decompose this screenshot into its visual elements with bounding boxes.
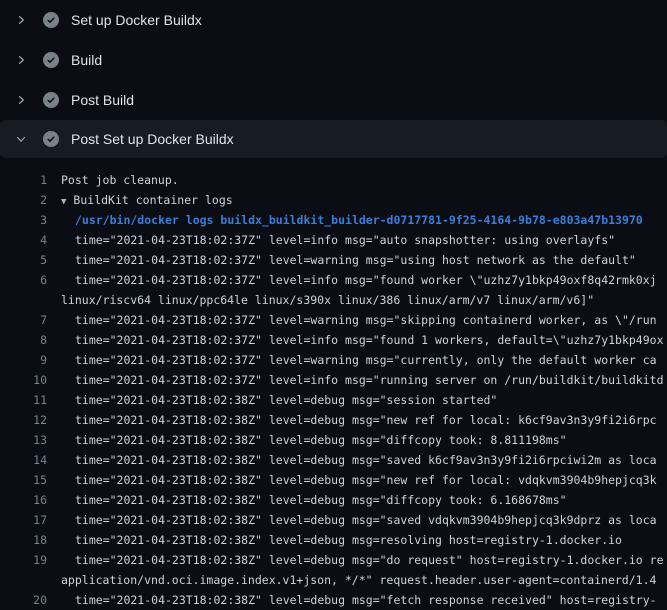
line-number[interactable]: 16 [0,490,47,510]
log-line: 9 time="2021-04-23T18:02:37Z" level=warni… [0,350,667,370]
check-circle-icon [43,131,59,147]
log-group-row: ▼ BuildKit container logs [61,190,667,210]
step-label: Post Set up Docker Buildx [71,131,234,147]
log-line-text: time="2021-04-23T18:02:37Z" level=warnin… [61,310,667,330]
log-line-text: time="2021-04-23T18:02:37Z" level=warnin… [61,350,667,370]
log-line: 10 time="2021-04-23T18:02:37Z" level=info… [0,370,667,390]
log-line: 12 time="2021-04-23T18:02:38Z" level=debu… [0,410,667,430]
log-line-wrap: application/vnd.oci.image.index.v1+json,… [0,570,667,590]
step-header-post-set-up-docker-buildx[interactable]: Post Set up Docker Buildx [0,120,667,158]
chevron-right-icon [13,12,29,28]
log-line-text: Post job cleanup. [61,170,667,190]
steps-list: Set up Docker Buildx Build Post Build Post … [0,0,667,158]
log-line-text: time="2021-04-23T18:02:37Z" level=info m… [61,330,667,350]
log-line: 15 time="2021-04-23T18:02:38Z" level=debu… [0,470,667,490]
step-label: Build [71,52,102,68]
log-line-text: time="2021-04-23T18:02:37Z" level=info m… [61,270,667,290]
log-line-text: linux/riscv64 linux/ppc64le linux/s390x … [61,290,667,310]
line-number [0,570,47,590]
chevron-right-icon [13,92,29,108]
line-number[interactable]: 18 [0,530,47,550]
step-label: Post Build [71,92,134,108]
log-line-text: time="2021-04-23T18:02:37Z" level=info m… [61,230,667,250]
check-circle-icon [43,92,59,108]
step-header-post-build[interactable]: Post Build [0,80,667,120]
log-line: 4 time="2021-04-23T18:02:37Z" level=info … [0,230,667,250]
log-line-text: time="2021-04-23T18:02:37Z" level=info m… [61,370,667,390]
log-line-wrap: linux/riscv64 linux/ppc64le linux/s390x … [0,290,667,310]
line-number[interactable]: 5 [0,250,47,270]
line-number [0,290,47,310]
log-line: 1 Post job cleanup. [0,170,667,190]
log-line-text: time="2021-04-23T18:02:38Z" level=debug … [61,590,667,610]
check-circle-icon [43,12,59,28]
line-number[interactable]: 12 [0,410,47,430]
log-line: 2 ▼ BuildKit container logs [0,190,667,210]
log-line-text: time="2021-04-23T18:02:38Z" level=debug … [61,550,667,570]
log-line-text: time="2021-04-23T18:02:38Z" level=debug … [61,530,667,550]
log-line: 16 time="2021-04-23T18:02:38Z" level=debu… [0,490,667,510]
log-line-text: time="2021-04-23T18:02:37Z" level=warnin… [61,250,667,270]
log-line: 18 time="2021-04-23T18:02:38Z" level=debu… [0,530,667,550]
log-line: 3/usr/bin/docker logs buildx_buildkit_bu… [0,210,667,230]
line-number[interactable]: 17 [0,510,47,530]
line-number[interactable]: 4 [0,230,47,250]
log-line: 14 time="2021-04-23T18:02:38Z" level=debu… [0,450,667,470]
log-line-text: application/vnd.oci.image.index.v1+json,… [61,570,667,590]
line-number[interactable]: 2 [0,190,47,210]
line-number[interactable]: 14 [0,450,47,470]
step-label: Set up Docker Buildx [71,12,202,28]
line-number[interactable]: 9 [0,350,47,370]
line-number[interactable]: 19 [0,550,47,570]
line-number[interactable]: 6 [0,270,47,290]
log-line: 20 time="2021-04-23T18:02:38Z" level=debu… [0,590,667,610]
line-number[interactable]: 10 [0,370,47,390]
step-header-build[interactable]: Build [0,40,667,80]
group-collapse-triangle-icon[interactable]: ▼ [61,197,66,207]
line-number[interactable]: 11 [0,390,47,410]
line-number[interactable]: 8 [0,330,47,350]
line-number[interactable]: 1 [0,170,47,190]
log-line-text: time="2021-04-23T18:02:38Z" level=debug … [61,510,667,530]
log-command-text: /usr/bin/docker logs buildx_buildkit_bui… [61,210,667,230]
log-viewer: 1 Post job cleanup. 2 ▼ BuildKit container l… [0,158,667,610]
line-number[interactable]: 7 [0,310,47,330]
log-line: 6 time="2021-04-23T18:02:37Z" level=info … [0,270,667,290]
line-number[interactable]: 20 [0,590,47,610]
line-number[interactable]: 3 [0,210,47,230]
log-line: 19 time="2021-04-23T18:02:38Z" level=debu… [0,550,667,570]
log-line: 13 time="2021-04-23T18:02:38Z" level=debu… [0,430,667,450]
log-line-text: time="2021-04-23T18:02:38Z" level=debug … [61,470,667,490]
log-line: 11 time="2021-04-23T18:02:38Z" level=debu… [0,390,667,410]
check-circle-icon [43,52,59,68]
log-line: 5 time="2021-04-23T18:02:37Z" level=warni… [0,250,667,270]
log-line-text: time="2021-04-23T18:02:38Z" level=debug … [61,390,667,410]
chevron-right-icon [13,52,29,68]
log-line: 17 time="2021-04-23T18:02:38Z" level=debu… [0,510,667,530]
log-group-label[interactable]: BuildKit container logs [73,193,232,207]
log-line-text: time="2021-04-23T18:02:38Z" level=debug … [61,430,667,450]
line-number[interactable]: 13 [0,430,47,450]
step-header-set-up-docker-buildx[interactable]: Set up Docker Buildx [0,0,667,40]
log-line-text: time="2021-04-23T18:02:38Z" level=debug … [61,450,667,470]
log-line: 8 time="2021-04-23T18:02:37Z" level=info … [0,330,667,350]
chevron-down-icon [13,131,29,147]
log-line-text: time="2021-04-23T18:02:38Z" level=debug … [61,410,667,430]
line-number[interactable]: 15 [0,470,47,490]
log-line: 7 time="2021-04-23T18:02:37Z" level=warni… [0,310,667,330]
log-line-text: time="2021-04-23T18:02:38Z" level=debug … [61,490,667,510]
